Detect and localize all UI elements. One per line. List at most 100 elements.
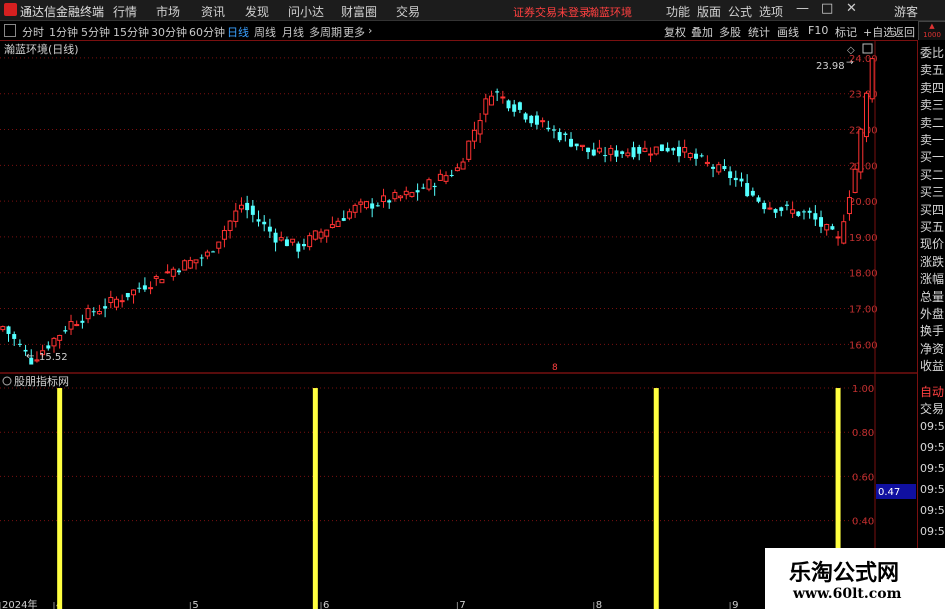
candle-body[interactable]: [711, 166, 716, 169]
side-label[interactable]: 卖五: [920, 61, 944, 78]
candle-body[interactable]: [296, 243, 301, 252]
candle-body[interactable]: [103, 306, 108, 309]
candle-body[interactable]: [312, 230, 318, 240]
candle-body[interactable]: [80, 320, 85, 323]
candle-body[interactable]: [341, 218, 346, 221]
auto-trade-label[interactable]: 自动: [920, 383, 944, 400]
candle-body[interactable]: [182, 260, 188, 271]
candle-body[interactable]: [108, 296, 114, 303]
candle-body[interactable]: [858, 128, 864, 173]
tab-30min[interactable]: 30分钟: [151, 24, 187, 40]
candle-body[interactable]: [91, 311, 96, 313]
candle-body[interactable]: [614, 150, 619, 157]
login-notice[interactable]: 证券交易未登录: [513, 4, 590, 20]
candle-body[interactable]: [199, 257, 204, 259]
candle-body[interactable]: [557, 132, 562, 141]
candle-body[interactable]: [591, 149, 596, 156]
candle-body[interactable]: [352, 204, 358, 213]
side-label[interactable]: 卖三: [920, 96, 944, 113]
btn-duogu[interactable]: 多股: [719, 24, 741, 40]
candle-body[interactable]: [506, 100, 511, 109]
candle-body[interactable]: [671, 148, 676, 151]
candle-body[interactable]: [773, 209, 778, 213]
tab-15min[interactable]: 15分钟: [113, 24, 149, 40]
candle-body[interactable]: [403, 190, 409, 196]
candle-body[interactable]: [852, 168, 858, 193]
candle-body[interactable]: [256, 219, 261, 222]
candle-body[interactable]: [119, 300, 125, 303]
candle-body[interactable]: [523, 113, 528, 120]
side-toggle-icon[interactable]: [4, 24, 16, 37]
candle-body[interactable]: [142, 285, 147, 290]
side-label[interactable]: 换手: [920, 322, 944, 339]
btn-biaoji[interactable]: 标记: [835, 24, 857, 40]
menu-xuanxiang[interactable]: 选项: [759, 3, 783, 20]
candle-body[interactable]: [796, 211, 801, 216]
candle-body[interactable]: [631, 147, 636, 158]
menu-faxian[interactable]: 发现: [245, 3, 269, 20]
candle-body[interactable]: [676, 146, 681, 157]
guest-label[interactable]: 游客: [894, 3, 918, 20]
tab-60min[interactable]: 60分钟: [189, 24, 225, 40]
btn-back[interactable]: 返回: [893, 24, 915, 40]
tab-weekly[interactable]: 周线: [254, 24, 276, 40]
menu-banmian[interactable]: 版面: [697, 3, 721, 20]
candle-body[interactable]: [137, 287, 142, 289]
side-label[interactable]: 买一: [920, 148, 944, 165]
candle-body[interactable]: [159, 279, 165, 284]
candle-body[interactable]: [329, 224, 335, 229]
candle-body[interactable]: [756, 197, 761, 202]
candle-body[interactable]: [642, 147, 648, 152]
candle-body[interactable]: [863, 92, 869, 138]
candle-body[interactable]: [443, 175, 449, 182]
tab-1min[interactable]: 1分钟: [49, 24, 78, 40]
side-label[interactable]: 涨幅: [920, 270, 944, 287]
candle-body[interactable]: [233, 210, 239, 222]
candle-body[interactable]: [245, 202, 250, 211]
menu-gongneng[interactable]: 功能: [666, 3, 690, 20]
candle-body[interactable]: [529, 115, 534, 124]
candle-body[interactable]: [370, 203, 375, 209]
close-icon[interactable]: ✕: [846, 1, 857, 16]
candle-body[interactable]: [830, 226, 835, 230]
candle-body[interactable]: [335, 220, 341, 228]
candle-body[interactable]: [262, 221, 267, 225]
candle-body[interactable]: [596, 147, 602, 153]
candle-body[interactable]: [85, 308, 91, 320]
candle-body[interactable]: [603, 155, 608, 157]
candle-body[interactable]: [250, 205, 255, 215]
candle-body[interactable]: [648, 153, 654, 156]
side-label[interactable]: 净资: [920, 340, 944, 357]
candle-body[interactable]: [273, 232, 278, 243]
candle-body[interactable]: [176, 270, 181, 273]
candle-body[interactable]: [449, 174, 454, 176]
candle-body[interactable]: [375, 205, 380, 207]
candle-body[interactable]: [869, 58, 875, 100]
candle-body[interactable]: [579, 144, 585, 148]
side-label[interactable]: 卖四: [920, 79, 944, 96]
candle-body[interactable]: [551, 129, 556, 131]
side-label[interactable]: 涨跌: [920, 253, 944, 270]
tab-multi-period[interactable]: 多周期: [309, 24, 342, 40]
tab-monthly[interactable]: 月线: [282, 24, 304, 40]
candle-body[interactable]: [540, 120, 546, 123]
candle-body[interactable]: [546, 127, 551, 130]
candle-body[interactable]: [608, 147, 614, 155]
candle-body[interactable]: [637, 146, 642, 154]
candle-body[interactable]: [653, 146, 659, 155]
side-label[interactable]: 卖一: [920, 131, 944, 148]
btn-huaxian[interactable]: 画线: [777, 24, 799, 40]
candle-body[interactable]: [290, 238, 296, 243]
candle-body[interactable]: [466, 140, 472, 160]
candle-body[interactable]: [165, 271, 171, 274]
menu-hangqing[interactable]: 行情: [113, 3, 137, 20]
candle-body[interactable]: [687, 152, 693, 158]
candle-body[interactable]: [324, 229, 330, 237]
candle-body[interactable]: [716, 164, 722, 173]
candle-body[interactable]: [267, 226, 272, 232]
minimize-icon[interactable]: —: [796, 1, 809, 16]
signal-bar[interactable]: [57, 388, 63, 609]
candle-body[interactable]: [534, 115, 539, 125]
side-label[interactable]: 总量: [920, 288, 944, 305]
candle-body[interactable]: [211, 251, 216, 253]
